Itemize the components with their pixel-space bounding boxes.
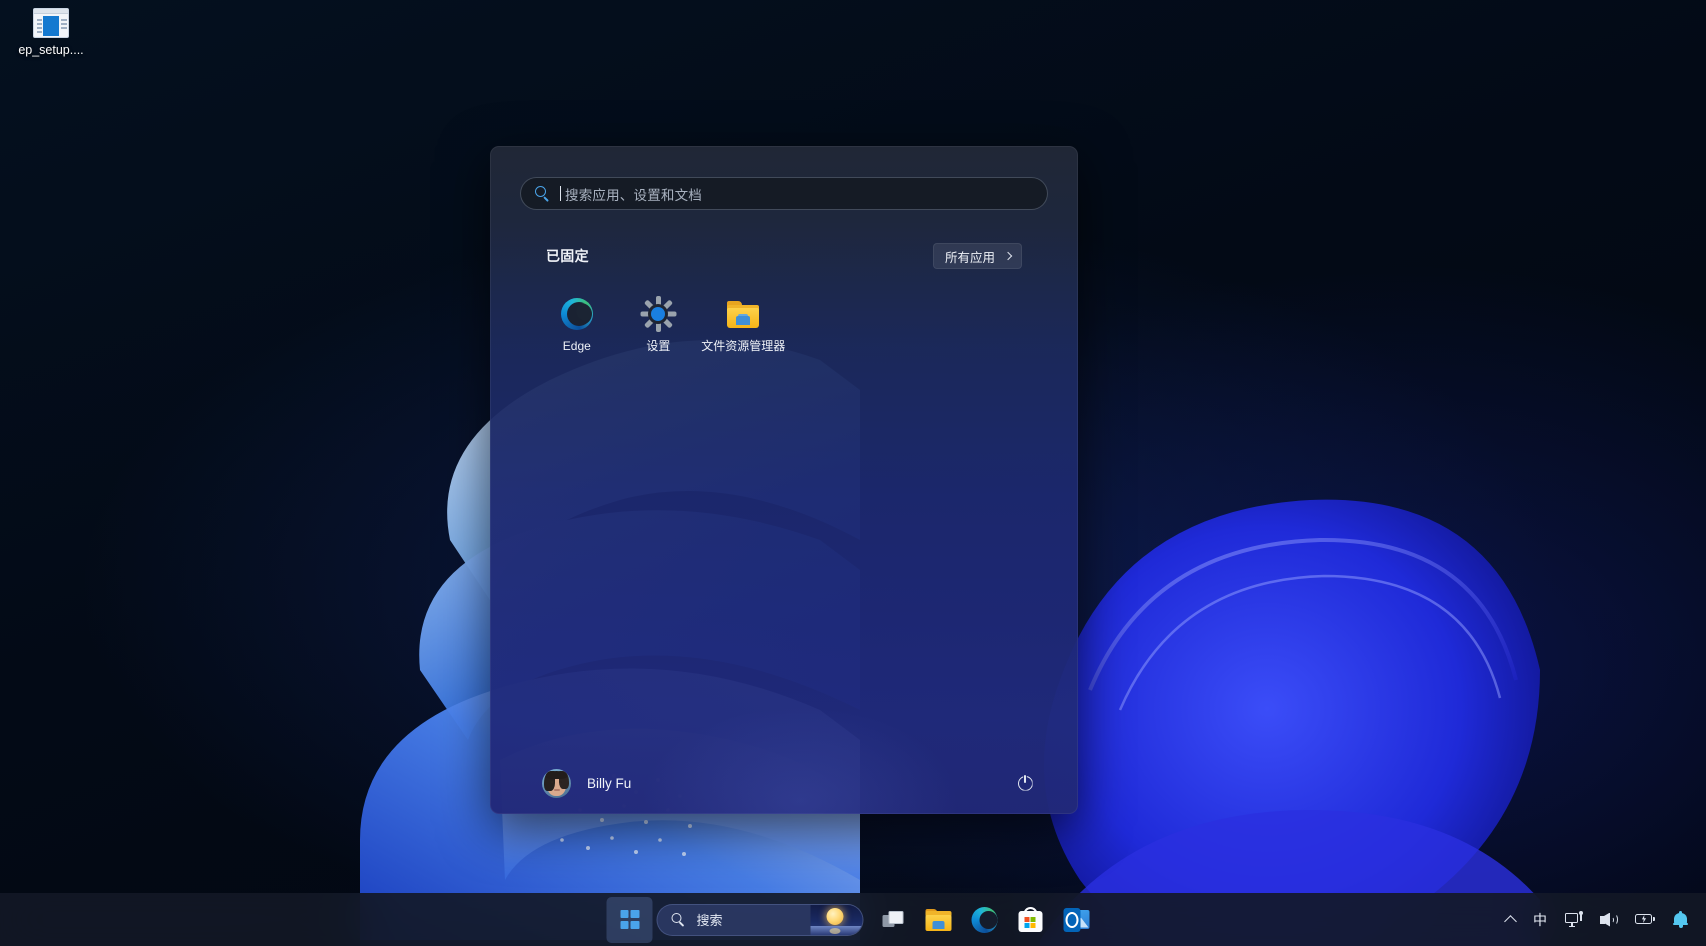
pinned-app-settings[interactable]: 设置 <box>618 290 700 359</box>
start-menu-footer: Billy Fu <box>490 752 1078 814</box>
bell-icon <box>1673 912 1688 928</box>
power-button[interactable] <box>1010 768 1040 798</box>
tray-battery[interactable] <box>1627 903 1663 937</box>
taskbar-search-box[interactable]: 搜索 <box>657 904 864 936</box>
pinned-heading: 已固定 <box>546 246 589 266</box>
pinned-apps-grid: Edge 设置 文件资源管理 <box>536 290 1032 359</box>
taskbar: 搜索 <box>0 893 1706 946</box>
volume-icon <box>1600 913 1617 927</box>
edge-icon <box>972 907 998 933</box>
pinned-app-edge[interactable]: Edge <box>536 290 618 359</box>
tray-notifications[interactable] <box>1665 903 1696 937</box>
application-window-icon <box>33 8 69 38</box>
start-button[interactable] <box>607 897 653 943</box>
tray-show-hidden-icons[interactable] <box>1498 903 1523 937</box>
taskbar-item-task-view[interactable] <box>870 897 916 943</box>
pinned-app-file-explorer[interactable]: 文件资源管理器 <box>699 290 787 359</box>
taskbar-item-outlook[interactable] <box>1054 897 1100 943</box>
settings-gear-icon <box>642 298 674 330</box>
search-icon <box>535 186 550 201</box>
file-explorer-folder-icon <box>727 298 759 330</box>
avatar <box>542 769 571 798</box>
system-tray: 中 <box>1498 893 1696 946</box>
pinned-app-label: 设置 <box>646 339 670 353</box>
taskbar-center-group: 搜索 <box>607 893 1100 946</box>
taskbar-item-file-explorer[interactable] <box>916 897 962 943</box>
outlook-icon <box>1064 908 1090 932</box>
all-apps-label: 所有应用 <box>945 247 995 266</box>
power-icon <box>1018 776 1033 791</box>
pinned-app-label: 文件资源管理器 <box>701 339 785 353</box>
battery-charging-icon <box>1635 913 1655 926</box>
text-caret <box>560 186 561 201</box>
chevron-right-icon <box>1004 252 1012 260</box>
moon-icon <box>827 908 844 925</box>
desktop-icon-label: ep_setup.... <box>18 43 83 58</box>
pinned-header-row: 已固定 所有应用 <box>546 243 1022 269</box>
edge-icon <box>561 298 593 330</box>
user-account-button[interactable]: Billy Fu <box>538 763 641 804</box>
windows-start-icon <box>620 910 639 929</box>
chevron-up-icon <box>1504 915 1517 928</box>
tray-network[interactable] <box>1557 903 1590 937</box>
user-name-label: Billy Fu <box>587 776 631 791</box>
taskbar-item-edge[interactable] <box>962 897 1008 943</box>
start-search-placeholder: 搜索应用、设置和文档 <box>565 184 702 204</box>
tray-volume[interactable] <box>1592 903 1625 937</box>
microsoft-store-icon <box>1018 907 1044 933</box>
taskbar-search-label: 搜索 <box>697 910 723 929</box>
start-menu-panel: 搜索应用、设置和文档 已固定 所有应用 Edge <box>490 146 1078 814</box>
pinned-app-label: Edge <box>563 339 591 353</box>
network-monitor-icon <box>1565 912 1582 927</box>
tray-ime-indicator[interactable]: 中 <box>1525 903 1555 937</box>
search-highlight-thumbnail <box>811 905 863 935</box>
ime-icon: 中 <box>1533 910 1547 930</box>
file-explorer-folder-icon <box>926 909 952 931</box>
start-search-input[interactable]: 搜索应用、设置和文档 <box>520 177 1048 210</box>
taskbar-item-microsoft-store[interactable] <box>1008 897 1054 943</box>
task-view-icon <box>882 911 903 928</box>
search-icon <box>672 913 686 927</box>
desktop-icon-ep-setup[interactable]: ep_setup.... <box>8 8 94 58</box>
all-apps-button[interactable]: 所有应用 <box>933 243 1022 269</box>
